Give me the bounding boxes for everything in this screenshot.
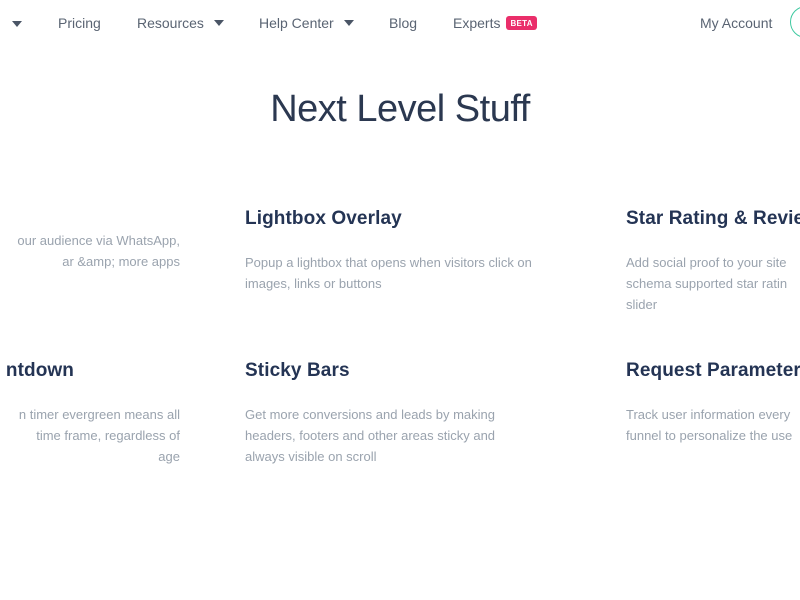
feature-title: ntdown [5, 360, 74, 381]
feature-card-request-parameters: Request Parameter Track user information… [626, 360, 800, 446]
feature-card: our audience via WhatsApp, ar &amp; more… [0, 208, 185, 272]
top-navigation: Pricing Resources Help Center Blog Exper… [0, 0, 800, 48]
feature-description-line: Add social proof to your site [626, 255, 787, 270]
feature-description: Track user information every funnel to p… [626, 404, 800, 446]
nav-item-pricing[interactable]: Pricing [58, 15, 101, 31]
feature-title: Lightbox Overlay [245, 208, 402, 229]
feature-card-star-rating: Star Rating & Revie Add social proof to … [626, 208, 800, 315]
feature-title: Request Parameter [626, 360, 800, 381]
chevron-down-icon[interactable] [12, 21, 22, 27]
nav-item-label: Pricing [58, 15, 101, 31]
feature-description-line: n timer evergreen means all [18, 407, 180, 422]
feature-description-line: slider [626, 297, 658, 312]
feature-title: Sticky Bars [245, 360, 350, 381]
feature-description-line: our audience via WhatsApp, [17, 233, 180, 248]
nav-item-blog[interactable]: Blog [389, 15, 417, 31]
feature-description-line: schema supported star ratin [626, 276, 788, 291]
nav-item-help-center[interactable]: Help Center [259, 15, 354, 31]
chevron-down-icon [343, 20, 354, 27]
feature-description: Add social proof to your site schema sup… [626, 252, 800, 315]
nav-item-resources[interactable]: Resources [137, 15, 224, 31]
nav-item-label: Experts [453, 15, 501, 31]
feature-description-line: Get more conversions and leads by making [245, 407, 496, 422]
chevron-down-icon [213, 20, 224, 27]
feature-card-countdown: ntdown n timer evergreen means all time … [0, 360, 185, 467]
feature-description-line: always visible on scroll [245, 449, 377, 464]
feature-description-line: ar &amp; more apps [62, 254, 180, 269]
section-title: Next Level Stuff [270, 88, 530, 130]
feature-description-line: headers, footers and other areas sticky … [245, 428, 496, 443]
page: Pricing Resources Help Center Blog Exper… [0, 0, 800, 600]
account-avatar-button[interactable] [790, 6, 800, 38]
feature-description: Get more conversions and leads by making… [245, 404, 560, 467]
nav-item-label: Help Center [259, 15, 334, 31]
nav-item-label: Blog [389, 15, 418, 31]
feature-description-line: age [158, 449, 180, 464]
my-account-label: My Account [700, 15, 773, 31]
feature-description-line: time frame, regardless of [36, 428, 180, 443]
nav-item-label: Resources [137, 15, 204, 31]
feature-description-line: funnel to personalize the use [626, 428, 793, 443]
feature-description-line: Track user information every [626, 407, 791, 422]
feature-description: Popup a lightbox that opens when visitor… [245, 252, 560, 294]
feature-title: Star Rating & Revie [626, 208, 800, 229]
nav-item-experts[interactable]: Experts BETA [453, 15, 537, 31]
feature-description: our audience via WhatsApp, ar &amp; more… [0, 230, 180, 272]
feature-card-sticky-bars: Sticky Bars Get more conversions and lea… [245, 360, 565, 467]
feature-description-line: images, links or buttons [245, 276, 382, 291]
my-account-link[interactable]: My Account [700, 15, 772, 31]
feature-description-line: Popup a lightbox that opens when visitor… [245, 255, 532, 270]
feature-description: n timer evergreen means all time frame, … [0, 404, 180, 467]
feature-card-lightbox-overlay: Lightbox Overlay Popup a lightbox that o… [245, 208, 565, 294]
beta-badge: BETA [506, 16, 537, 31]
